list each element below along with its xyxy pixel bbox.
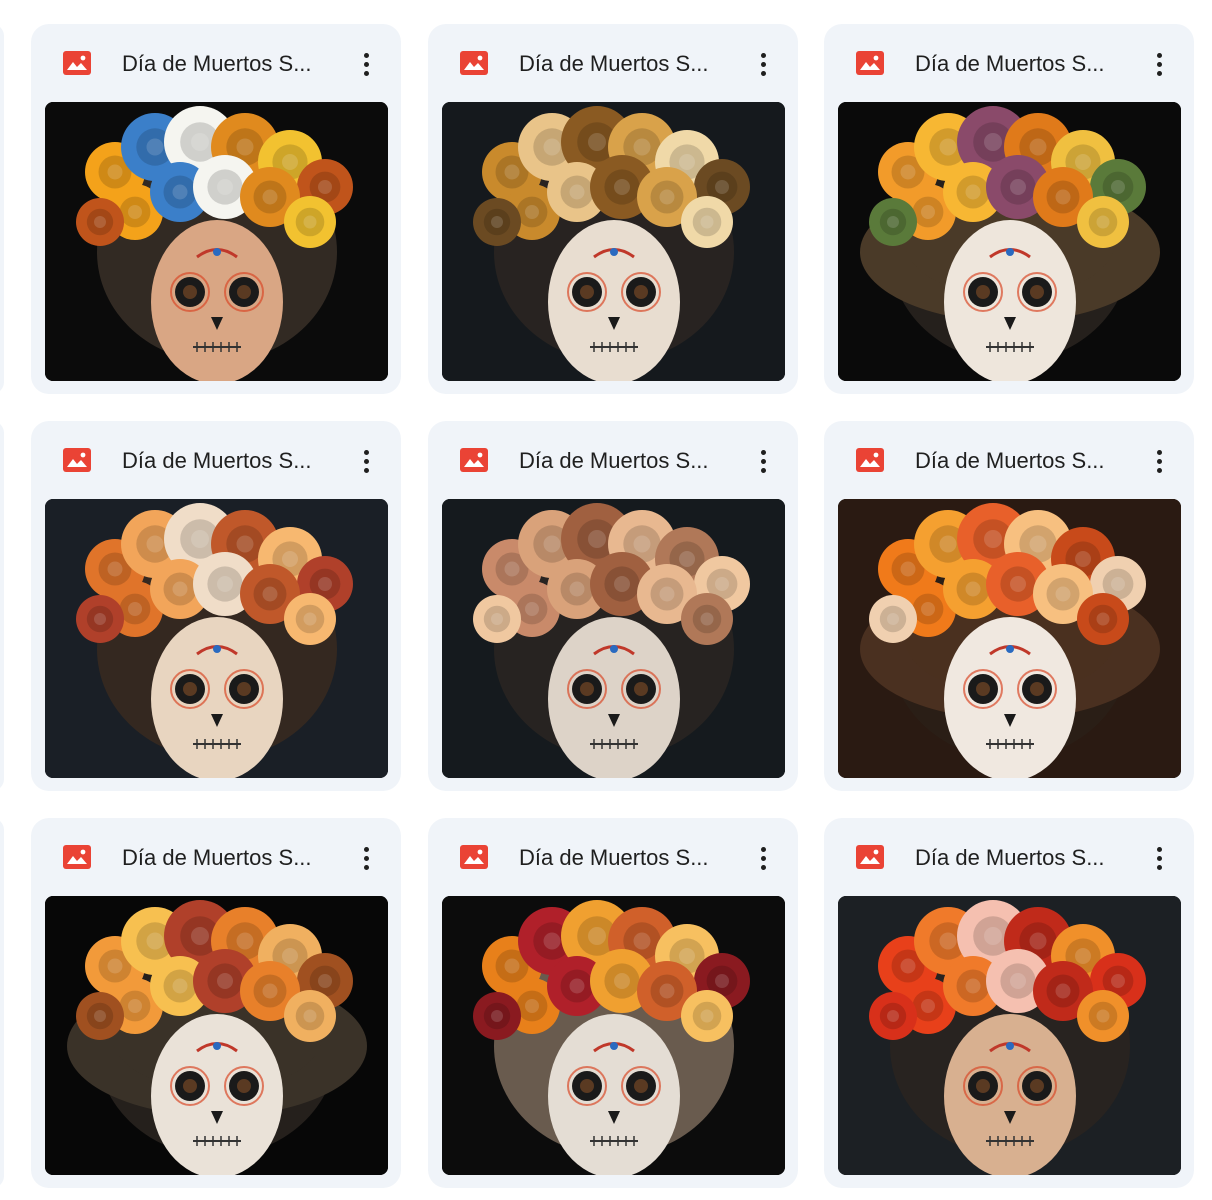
more-vert-icon [1156, 52, 1162, 58]
file-title[interactable]: Día de Muertos S... [915, 844, 1125, 872]
file-card-header[interactable]: Día de Muertos S... [428, 421, 798, 499]
image-file-icon [460, 845, 488, 869]
file-card-header[interactable]: Día de Muertos S... [428, 24, 798, 102]
more-options-button[interactable] [748, 840, 778, 876]
more-vert-icon-dot [760, 61, 766, 67]
file-card-header[interactable]: Día de Muertos S... [824, 24, 1194, 102]
more-vert-icon [363, 846, 369, 852]
more-vert-icon-dot [760, 458, 766, 464]
more-vert-icon [760, 52, 766, 58]
file-title[interactable]: Día de Muertos S... [519, 844, 729, 872]
file-thumbnail[interactable] [838, 499, 1181, 778]
file-thumbnail[interactable] [45, 499, 388, 778]
more-vert-icon-dot [760, 70, 766, 76]
file-card[interactable]: Día de Muertos S... [31, 421, 401, 791]
more-vert-icon-dot [363, 70, 369, 76]
more-vert-icon-dot [1156, 467, 1162, 473]
file-card[interactable]: Día de Muertos S... [31, 24, 401, 394]
more-options-button[interactable] [1144, 840, 1174, 876]
file-thumbnail[interactable] [442, 102, 785, 381]
file-grid: Día de Muertos S... Día de Muertos S... Dí… [0, 0, 1212, 1200]
more-vert-icon [363, 449, 369, 455]
file-card[interactable]: Día de Muertos S... [428, 818, 798, 1188]
file-thumbnail[interactable] [442, 499, 785, 778]
file-card-header[interactable]: Día de Muertos S... [428, 818, 798, 896]
file-thumbnail[interactable] [442, 896, 785, 1175]
image-file-icon [63, 845, 91, 869]
file-card[interactable]: Día de Muertos S... [824, 421, 1194, 791]
file-title[interactable]: Día de Muertos S... [122, 50, 332, 78]
image-file-icon [460, 51, 488, 75]
file-thumbnail[interactable] [45, 896, 388, 1175]
more-vert-icon-dot [1156, 864, 1162, 870]
partial-card[interactable] [0, 818, 4, 1188]
image-file-icon [856, 845, 884, 869]
file-card-header[interactable]: Día de Muertos S... [31, 818, 401, 896]
more-vert-icon-dot [760, 864, 766, 870]
file-card[interactable]: Día de Muertos S... [428, 421, 798, 791]
more-vert-icon-dot [1156, 855, 1162, 861]
partial-card[interactable] [0, 24, 4, 394]
file-card-header[interactable]: Día de Muertos S... [824, 818, 1194, 896]
more-vert-icon-dot [363, 61, 369, 67]
partial-card[interactable] [0, 421, 4, 791]
more-vert-icon-dot [363, 467, 369, 473]
file-title[interactable]: Día de Muertos S... [519, 447, 729, 475]
file-title[interactable]: Día de Muertos S... [915, 50, 1125, 78]
file-title[interactable]: Día de Muertos S... [122, 447, 332, 475]
more-vert-icon [760, 449, 766, 455]
more-vert-icon-dot [363, 458, 369, 464]
more-vert-icon-dot [1156, 61, 1162, 67]
file-thumbnail[interactable] [838, 102, 1181, 381]
image-file-icon [856, 448, 884, 472]
file-thumbnail[interactable] [45, 102, 388, 381]
file-card[interactable]: Día de Muertos S... [824, 818, 1194, 1188]
more-vert-icon-dot [760, 467, 766, 473]
file-card-header[interactable]: Día de Muertos S... [824, 421, 1194, 499]
image-file-icon [856, 51, 884, 75]
file-title[interactable]: Día de Muertos S... [915, 447, 1125, 475]
file-title[interactable]: Día de Muertos S... [122, 844, 332, 872]
more-options-button[interactable] [1144, 443, 1174, 479]
image-file-icon [63, 448, 91, 472]
file-card[interactable]: Día de Muertos S... [824, 24, 1194, 394]
more-vert-icon-dot [760, 855, 766, 861]
more-vert-icon-dot [363, 864, 369, 870]
file-card[interactable]: Día de Muertos S... [31, 818, 401, 1188]
more-options-button[interactable] [748, 46, 778, 82]
more-options-button[interactable] [351, 46, 381, 82]
more-options-button[interactable] [351, 443, 381, 479]
more-vert-icon [1156, 449, 1162, 455]
more-options-button[interactable] [1144, 46, 1174, 82]
more-vert-icon-dot [363, 855, 369, 861]
more-options-button[interactable] [351, 840, 381, 876]
image-file-icon [460, 448, 488, 472]
file-card-header[interactable]: Día de Muertos S... [31, 24, 401, 102]
more-vert-icon-dot [1156, 70, 1162, 76]
more-vert-icon [363, 52, 369, 58]
more-vert-icon-dot [1156, 458, 1162, 464]
more-vert-icon [760, 846, 766, 852]
image-file-icon [63, 51, 91, 75]
more-options-button[interactable] [748, 443, 778, 479]
file-thumbnail[interactable] [838, 896, 1181, 1175]
file-card[interactable]: Día de Muertos S... [428, 24, 798, 394]
more-vert-icon [1156, 846, 1162, 852]
file-card-header[interactable]: Día de Muertos S... [31, 421, 401, 499]
file-title[interactable]: Día de Muertos S... [519, 50, 729, 78]
